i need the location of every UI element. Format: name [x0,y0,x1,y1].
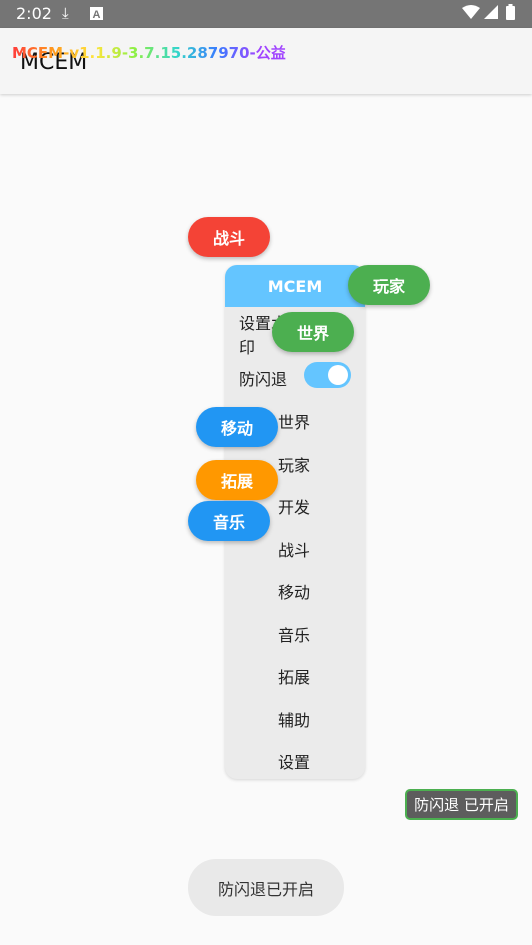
anti-flash-enabled-toast: 防闪退已开启 [188,859,344,916]
menu-item-combat[interactable]: 战斗 [278,537,310,561]
extend-float-button[interactable]: 拓展 [196,460,278,500]
version-overlay-text: MCEM-v1.1.9-3.7.15.287970-公益 [12,44,286,62]
menu-item-assist[interactable]: 辅助 [278,707,310,731]
menu-item-dev[interactable]: 开发 [278,494,310,518]
menu-item-world[interactable]: 世界 [278,409,310,433]
battery-icon [506,4,515,24]
anti-flash-toggle[interactable] [304,362,351,388]
anti-flash-label: 防闪退 [239,370,288,389]
app-bar: MCEM MCEM-v1.1.9-3.7.15.287970-公益 [0,28,532,94]
status-bar: 2:02 ⤓ A [0,0,532,28]
move-float-button[interactable]: 移动 [196,407,278,447]
combat-float-button[interactable]: 战斗 [188,217,270,257]
menu-item-move[interactable]: 移动 [278,579,310,603]
a-icon: A [90,6,103,24]
player-float-button[interactable]: 玩家 [348,265,430,305]
watermark-setting-line2[interactable]: 印 [239,334,255,358]
wifi-icon [462,5,480,23]
music-float-button[interactable]: 音乐 [188,501,270,541]
toggle-knob [328,365,348,385]
menu-item-settings[interactable]: 设置 [278,749,310,773]
menu-item-music[interactable]: 音乐 [278,622,310,646]
status-time: 2:02 [16,4,52,23]
menu-header[interactable]: MCEM [225,265,365,307]
menu-item-player[interactable]: 玩家 [278,452,310,476]
download-icon: ⤓ [62,4,69,22]
anti-flash-status-toast: 防闪退 已开启 [405,789,518,820]
menu-item-extend[interactable]: 拓展 [278,664,310,688]
signal-icon [484,5,498,23]
world-float-button[interactable]: 世界 [272,312,354,352]
svg-text:A: A [93,9,101,20]
